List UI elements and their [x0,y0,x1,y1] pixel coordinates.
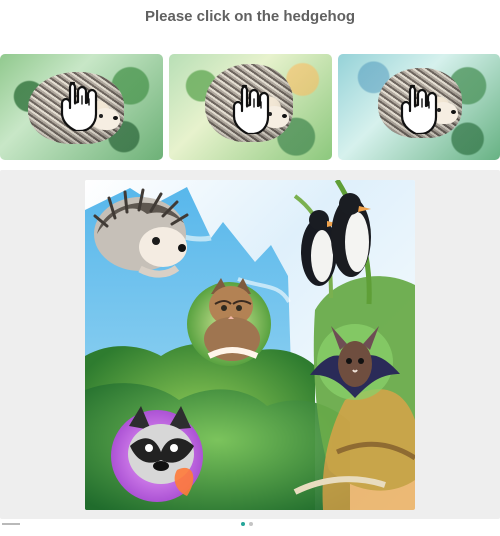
active-indicator-dot [241,522,245,526]
bat-target[interactable] [307,322,403,406]
hedgehog-target[interactable] [91,192,187,280]
hedgehog-example-3 [338,54,500,160]
challenge-image[interactable] [85,180,415,510]
hand-pointer-icon [232,84,270,134]
inactive-indicator-dot [249,522,253,526]
cat-target[interactable] [189,282,271,374]
example-strip [0,54,500,160]
challenge-panel [0,170,500,519]
page-title: Please click on the hedgehog [144,8,356,25]
hand-pointer-icon [400,84,438,134]
raccoon-target[interactable] [111,412,209,502]
hand-pointer-icon [60,81,98,131]
captcha-page: Please click on the hedgehog [0,0,500,536]
hedgehog-example-1 [0,54,163,160]
penguin-target[interactable] [285,200,363,304]
hedgehog-example-2 [169,54,332,160]
footer-divider [2,523,20,528]
footer-strip [0,522,500,536]
